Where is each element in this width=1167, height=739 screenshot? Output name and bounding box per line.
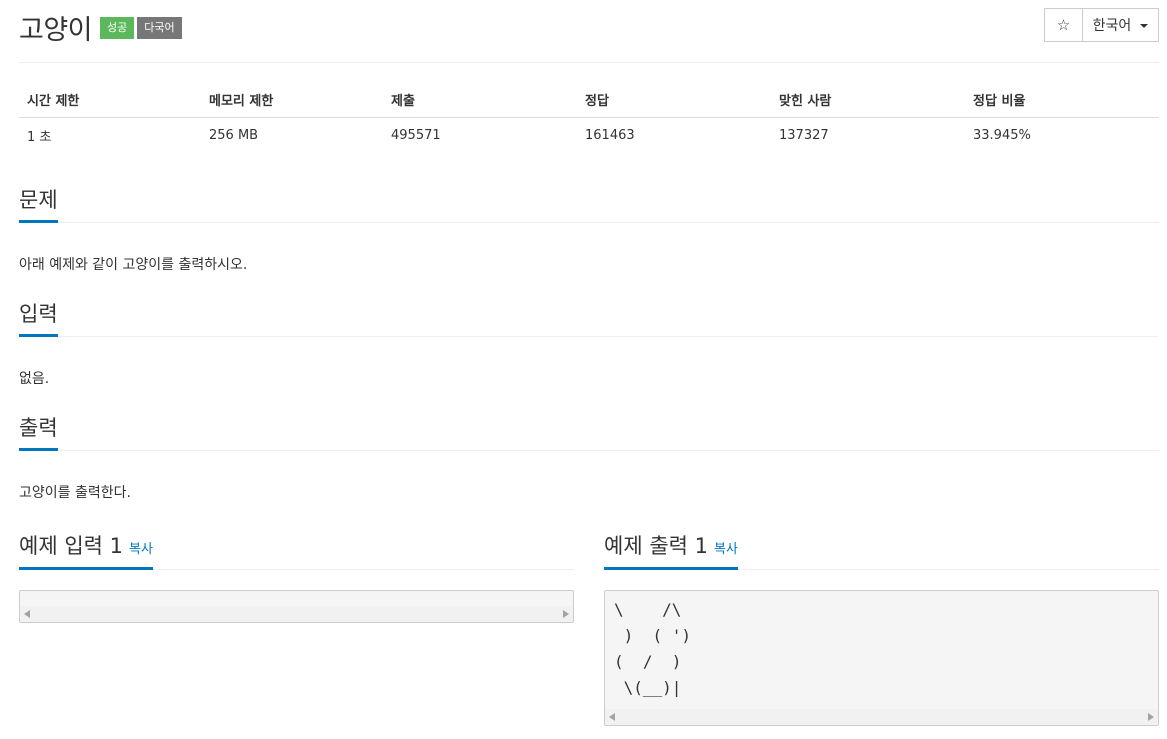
scroll-left-icon[interactable] — [609, 713, 615, 721]
table-cell: 495571 — [391, 127, 441, 143]
example-output-heading: 예제 출력 1 복사 — [604, 530, 738, 570]
horizontal-scrollbar[interactable] — [20, 606, 573, 622]
input-description: 없음. — [19, 371, 50, 387]
table-header: 메모리 제한 — [201, 82, 383, 118]
table-cell: 33.945% — [973, 127, 1031, 143]
language-dropdown[interactable]: 한국어 — [1083, 8, 1159, 42]
header-divider — [19, 62, 1159, 63]
table-header-row: 시간 제한 메모리 제한 제출 정답 맞힌 사람 정답 비율 — [19, 82, 1159, 118]
page-title: 고양이 — [19, 15, 93, 46]
scroll-right-icon[interactable] — [563, 610, 569, 618]
table-header: 시간 제한 — [19, 82, 201, 118]
section-divider — [19, 336, 1159, 337]
table-row: 1 초 256 MB 495571 161463 137327 33.945% — [19, 117, 1159, 153]
section-divider — [19, 450, 1159, 451]
table-header: 정답 — [577, 82, 771, 118]
problem-title: 문제 — [19, 184, 58, 223]
problem-section-header: 문제 — [19, 184, 1159, 223]
favorite-button[interactable]: ☆ — [1044, 8, 1083, 42]
example-input-heading: 예제 입력 1 복사 — [19, 530, 153, 570]
example-input-content — [20, 591, 573, 597]
table-cell: 256 MB — [209, 127, 259, 143]
input-title: 입력 — [19, 298, 58, 337]
example-output-box: \ /\ ) ( ') ( / ) \(__)| — [604, 590, 1159, 726]
language-label: 한국어 — [1092, 18, 1132, 34]
success-badge: 성공 — [100, 16, 135, 39]
table-header: 정답 비율 — [965, 82, 1159, 118]
problem-info-table: 시간 제한 메모리 제한 제출 정답 맞힌 사람 정답 비율 1 초 256 M… — [19, 82, 1159, 153]
example-output-content: \ /\ ) ( ') ( / ) \(__)| — [614, 600, 692, 697]
caret-down-icon — [1140, 24, 1149, 28]
table-header: 제출 — [383, 82, 577, 118]
copy-input-button[interactable]: 복사 — [129, 542, 153, 557]
example-output-title: 예제 출력 1 — [604, 534, 708, 558]
example-input-title: 예제 입력 1 — [19, 534, 123, 558]
example-input-box — [19, 590, 574, 623]
output-title: 출력 — [19, 412, 58, 451]
horizontal-scrollbar[interactable] — [605, 709, 1158, 725]
example-input-header: 예제 입력 1 복사 — [19, 530, 574, 570]
table-cell: 137327 — [779, 127, 829, 143]
problem-description: 아래 예제와 같이 고양이를 출력하시오. — [19, 257, 248, 273]
multilang-badge: 다국어 — [137, 16, 182, 39]
scroll-right-icon[interactable] — [1148, 713, 1154, 721]
output-section-header: 출력 — [19, 412, 1159, 451]
table-header: 맞힌 사람 — [771, 82, 965, 118]
table-cell: 161463 — [585, 127, 635, 143]
section-divider — [19, 222, 1159, 223]
copy-output-button[interactable]: 복사 — [714, 542, 738, 557]
table-cell: 1 초 — [27, 129, 52, 145]
input-section-header: 입력 — [19, 298, 1159, 337]
output-description: 고양이를 출력한다. — [19, 485, 131, 501]
title-row: 고양이 성공 다국어 — [19, 8, 182, 47]
example-output-header: 예제 출력 1 복사 — [604, 530, 1159, 570]
star-icon: ☆ — [1056, 16, 1071, 34]
scroll-left-icon[interactable] — [24, 610, 30, 618]
top-actions: ☆ 한국어 — [1044, 8, 1159, 42]
